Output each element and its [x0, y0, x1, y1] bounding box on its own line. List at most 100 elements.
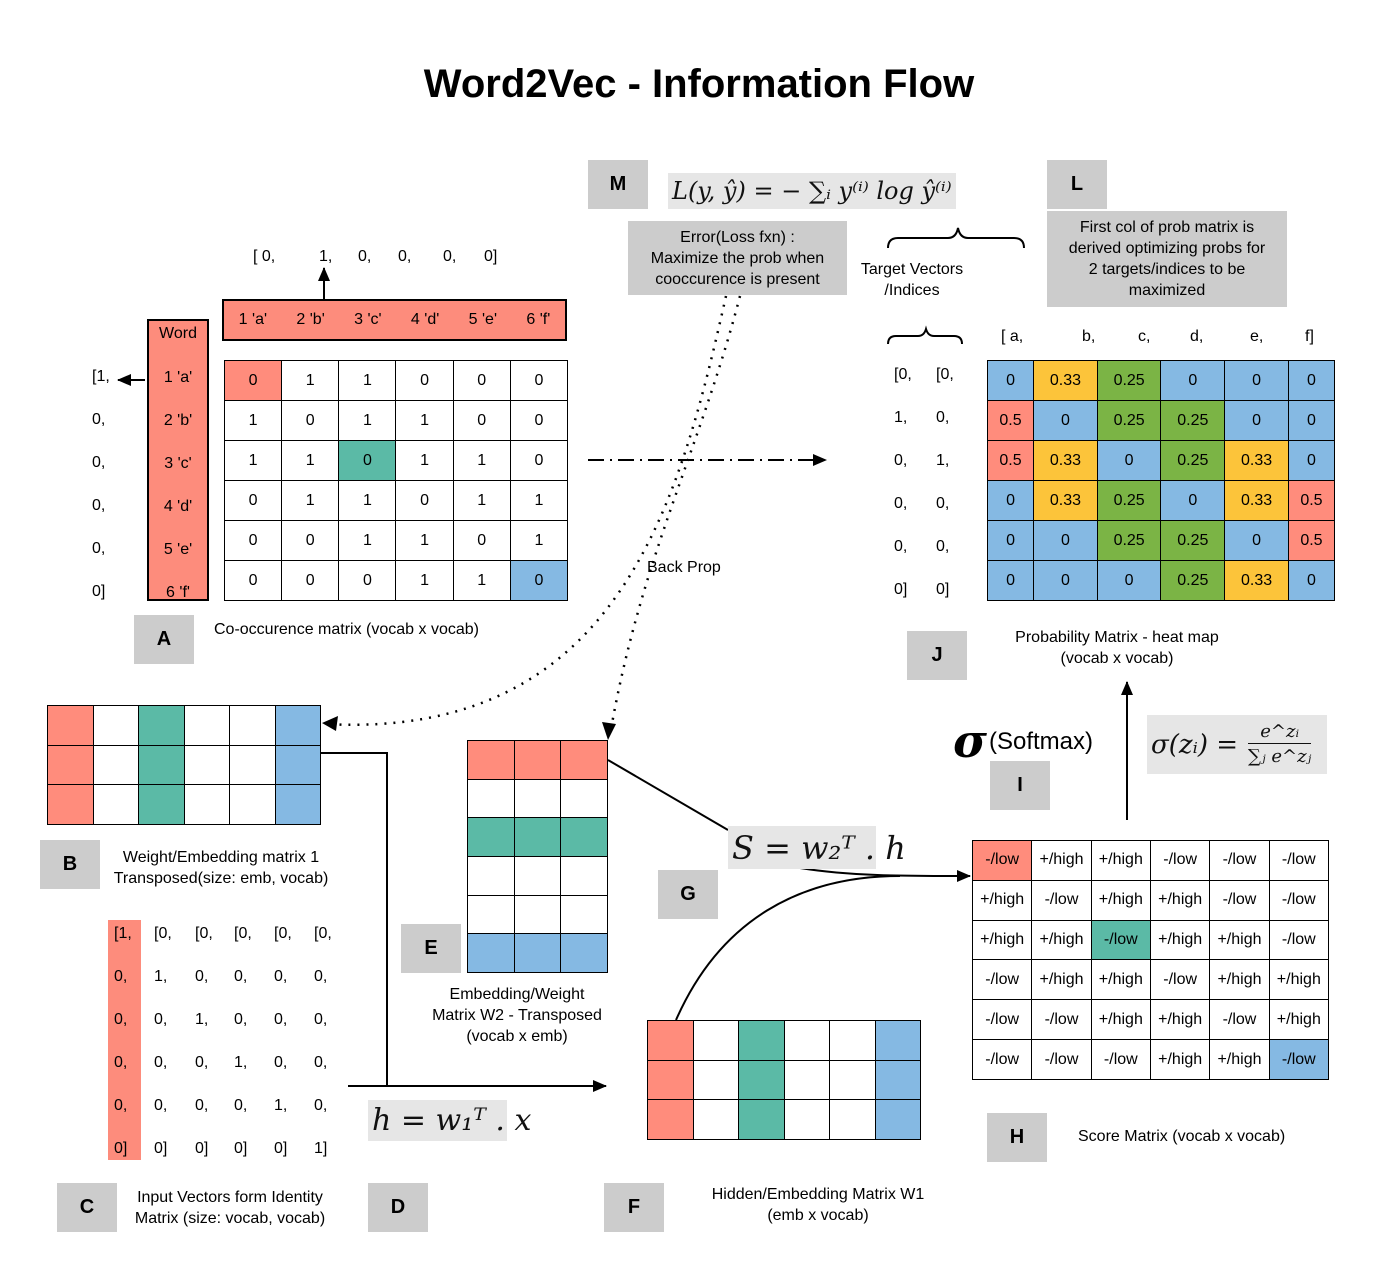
- cooc-cell: 0: [509, 440, 569, 481]
- identity-highlight-column: [108, 920, 141, 1160]
- w1t-cell: [47, 705, 94, 746]
- score-cell: -/low: [971, 959, 1033, 1001]
- score-cell: +/high: [1031, 959, 1092, 1001]
- loss-formula: L(y, ŷ) = − ∑ᵢ y⁽ⁱ⁾ log ŷ⁽ⁱ⁾: [668, 173, 956, 209]
- prob-cell: 0: [1224, 400, 1289, 441]
- prob-header-label: [ a,: [1001, 328, 1024, 345]
- prob-cell: 0.25: [1160, 400, 1226, 441]
- cooc-cell: 1: [509, 520, 569, 561]
- cooc-cell: 1: [281, 480, 340, 521]
- onehot-left-value: 0,: [92, 411, 106, 428]
- w2t-row: [467, 855, 608, 896]
- identity-value: 0]: [274, 1140, 288, 1157]
- identity-value: 0,: [114, 968, 128, 985]
- w1-caption-line: Hidden/Embedding Matrix W1: [711, 1186, 925, 1203]
- cooc-row: 011000: [223, 360, 569, 401]
- w1-cell: [647, 1059, 694, 1101]
- w2t-cell: [513, 894, 562, 935]
- onehot-left-value: [1,: [92, 368, 110, 385]
- tag-e: E: [401, 924, 461, 973]
- score-cell: -/low: [1209, 879, 1270, 921]
- w2t-cell: [467, 855, 515, 896]
- w1-row: [647, 1020, 921, 1061]
- word-label: 4 'd': [163, 498, 193, 515]
- identity-value: 0,: [154, 1054, 168, 1071]
- cooc-row: 101100: [223, 400, 569, 441]
- cooc-row: 001101: [223, 520, 569, 561]
- w2t-cell: [467, 933, 515, 973]
- identity-value: 0,: [195, 1097, 209, 1114]
- cooc-cell: 0: [509, 360, 569, 401]
- tag-j: J: [907, 631, 967, 680]
- tag-i: I: [990, 761, 1050, 810]
- score-cell: +/high: [1090, 840, 1151, 881]
- tag-g: G: [658, 870, 718, 919]
- identity-value: [0,: [274, 925, 292, 942]
- w2t-cell: [467, 740, 515, 780]
- score-cell: +/high: [1149, 999, 1211, 1041]
- prob-row: 0.5 0 0.25 0.25 0 0: [986, 400, 1336, 441]
- cooc-cell: 1: [338, 400, 397, 441]
- identity-value: 0]: [114, 1140, 128, 1157]
- w1t-row: [47, 705, 321, 746]
- identity-value: 0,: [154, 1097, 168, 1114]
- vocab-label: 1 'a': [238, 311, 268, 328]
- prob-cell: 0.25: [1096, 400, 1162, 441]
- tag-l: L: [1047, 160, 1107, 209]
- w1-cell: [783, 1020, 830, 1061]
- prob-header-label: c,: [1138, 328, 1151, 345]
- prob-header-label: e,: [1250, 328, 1264, 345]
- score-cell: +/high: [1209, 1039, 1270, 1080]
- w1t-caption-line: Transposed(size: emb, vocab): [113, 870, 329, 887]
- score-row: -/low -/low -/low +/high +/high -/low: [971, 1039, 1330, 1080]
- score-cell: +/high: [1209, 919, 1270, 961]
- prob-header-label: b,: [1082, 328, 1096, 345]
- prob-cell: 0: [1096, 560, 1162, 601]
- score-cell: +/high: [1268, 999, 1330, 1041]
- word-label: 6 'f': [166, 584, 190, 601]
- prob-cell: 0: [1160, 480, 1226, 521]
- score-cell: +/high: [1031, 919, 1092, 961]
- cooccurrence-matrix: 011000101100110110011011001101000110: [223, 360, 569, 601]
- score-row: -/low +/high +/high -/low -/low -/low: [971, 840, 1330, 881]
- w1t-cell: [138, 744, 185, 786]
- w2t-cell: [513, 778, 562, 819]
- softmax-fraction: e^zᵢ ∑ⱼ e^zⱼ: [1248, 721, 1312, 768]
- cooc-cell: 0: [281, 520, 340, 561]
- word-label: 5 'e': [163, 541, 193, 558]
- identity-value: 1,: [195, 1011, 209, 1028]
- w1t-cell: [92, 705, 139, 746]
- vocab-header-bar: 1 'a' 2 'b' 3 'c' 4 'd' 5 'e' 6 'f': [222, 299, 567, 341]
- cooc-cell: 0: [395, 480, 454, 521]
- score-formula: S = w₂ᵀ . h: [728, 826, 906, 869]
- cooc-row: 000110: [223, 560, 569, 601]
- prob-matrix-caption: Probability Matrix - heat map (vocab x v…: [990, 627, 1244, 669]
- score-cell: -/low: [1209, 999, 1270, 1041]
- prob-row: 0 0 0.25 0.25 0 0.5: [986, 520, 1336, 561]
- target-vector-1-value: 0,: [894, 538, 908, 555]
- identity-value: 0,: [274, 968, 288, 985]
- prob-cell: 0.25: [1160, 520, 1226, 561]
- w1-row: [647, 1059, 921, 1101]
- score-cell: +/high: [971, 919, 1033, 961]
- prob-header-label: f]: [1305, 328, 1314, 345]
- note-l-line: 2 targets/indices to be: [1088, 261, 1246, 278]
- prob-cell: 0.25: [1096, 520, 1162, 561]
- w2t-to-formula-line: [607, 759, 729, 831]
- hidden-formula: h = w₁ᵀ . x: [368, 1100, 531, 1141]
- prob-caption-line: (vocab x vocab): [1060, 650, 1174, 667]
- tag-f: F: [604, 1183, 664, 1232]
- word-label: 3 'c': [164, 455, 192, 472]
- identity-value: 0]: [234, 1140, 248, 1157]
- w2t-row: [467, 894, 608, 935]
- tag-d: D: [368, 1183, 428, 1232]
- diagram-title: Word2Vec - Information Flow: [423, 62, 975, 106]
- prob-cell: 0: [986, 480, 1035, 521]
- identity-value: 0,: [314, 968, 328, 985]
- w1-cell: [783, 1099, 830, 1140]
- w1t-cell: [138, 705, 185, 746]
- score-cell: +/high: [1090, 999, 1151, 1041]
- onehot-left-value: 0,: [92, 540, 106, 557]
- score-matrix: -/low +/high +/high -/low -/low -/low +/high -/…: [971, 840, 1330, 1080]
- onehot-top-value: [ 0,: [253, 248, 276, 265]
